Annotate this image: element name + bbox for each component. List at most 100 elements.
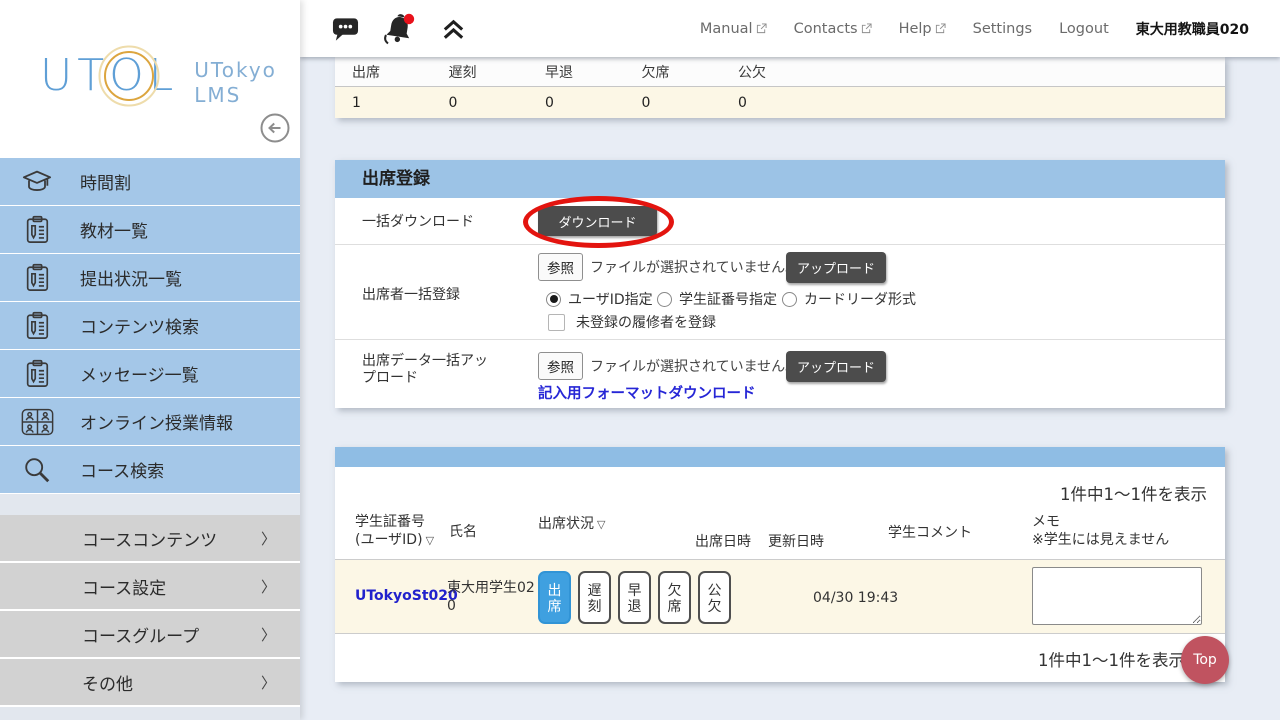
status-button-excused[interactable]: 公欠 <box>698 571 731 624</box>
status-button-late[interactable]: 遅刻 <box>578 571 611 624</box>
sidebar-item-materials[interactable]: 教材一覧 <box>0 206 300 254</box>
register-unregistered-checkbox[interactable]: 未登録の履修者を登録 <box>548 312 716 332</box>
utol-lms-page: UT O L UTokyo LMS 時間割 教材一覧 提出状況一覧 コンテンツ検… <box>0 0 1280 720</box>
summary-value-cell: 0 <box>545 94 554 111</box>
file-status-text: ファイルが選択されていません。 <box>590 359 800 375</box>
chevron-right-icon: 〉 <box>260 625 276 644</box>
file-status-text: ファイルが選択されていません。 <box>590 260 800 276</box>
sidebar-item-online-class-info[interactable]: オンライン授業情報 <box>0 398 300 446</box>
summary-value-row: 1 0 0 0 0 <box>335 87 1225 118</box>
sidebar-item-course-search[interactable]: コース検索 <box>0 446 300 494</box>
summary-header-cell: 出席 <box>352 64 380 81</box>
logo-part2: O <box>109 50 149 101</box>
upload-button[interactable]: アップロード <box>786 252 886 283</box>
attendee-bulk-register-label: 出席者一括登録 <box>362 287 460 303</box>
summary-header-cell: 遅刻 <box>448 64 477 81</box>
attendee-bulk-register-row: 出席者一括登録 参照 ファイルが選択されていません。 アップロード ユーザID指… <box>335 245 1225 340</box>
logo-text: UT O L <box>40 45 179 106</box>
collapse-header-button[interactable] <box>440 16 467 42</box>
topbar: Manual Contacts Help Settings Logout 東大用… <box>300 0 1280 57</box>
topbar-icons <box>332 0 467 57</box>
attendance-register-section: 出席登録 一括ダウンロード ダウンロード 出席者一括登録 参照 ファイルが選択さ… <box>335 160 1225 408</box>
status-button-early-leave[interactable]: 早退 <box>618 571 651 624</box>
attendance-data-upload-row: 出席データ一括アップロード 参照 ファイルが選択されていません。 アップロード … <box>335 340 1225 407</box>
col-header-status: 出席状況 ▽ <box>538 516 606 532</box>
student-attendance-table: 1件中1〜1件を表示 学生証番号 (ユーザID) ▽ 氏名 出席状況 ▽ 出席日時 … <box>335 447 1225 682</box>
sidebar-item-course-group[interactable]: コースグループ 〉 <box>0 611 300 659</box>
col-header-student-id-sub: (ユーザID) ▽ <box>355 532 435 548</box>
col-header-student-comment: 学生コメント <box>888 525 972 541</box>
external-link-icon <box>935 23 946 34</box>
sidebar-item-course-settings[interactable]: コース設定 〉 <box>0 563 300 611</box>
radio-card-reader[interactable]: カードリーダ形式 <box>782 289 916 309</box>
upload-button[interactable]: アップロード <box>786 351 886 382</box>
help-link[interactable]: Help <box>899 21 946 37</box>
external-link-icon <box>861 23 872 34</box>
user-name: 東大用教職員020 <box>1135 21 1249 38</box>
search-icon <box>20 455 54 485</box>
sidebar-item-submission-status[interactable]: 提出状況一覧 <box>0 254 300 302</box>
table-header-bar <box>335 447 1225 467</box>
sidebar-item-others[interactable]: その他 〉 <box>0 659 300 707</box>
col-header-attendance-time: 出席日時 <box>695 534 751 550</box>
bulk-download-row: 一括ダウンロード ダウンロード <box>335 198 1225 245</box>
file-select-line: 参照 ファイルが選択されていません。 <box>538 352 799 380</box>
clipboard-icon <box>20 311 54 341</box>
sidebar-divider <box>0 494 300 515</box>
radio-student-number[interactable]: 学生証番号指定 <box>657 289 777 309</box>
sort-icon[interactable]: ▽ <box>426 534 434 547</box>
summary-value-cell: 0 <box>448 94 458 111</box>
notifications-button[interactable] <box>381 11 418 47</box>
file-select-line: 参照 ファイルが選択されていません。 <box>538 253 799 281</box>
graduation-cap-icon <box>20 168 54 195</box>
browse-file-button[interactable]: 参照 <box>538 253 583 281</box>
status-button-absent[interactable]: 欠席 <box>658 571 691 624</box>
table-footer: 1件中1〜1件を表示 <box>335 634 1225 682</box>
sidebar-item-timetable[interactable]: 時間割 <box>0 158 300 206</box>
summary-value-cell: 0 <box>738 94 747 111</box>
col-header-memo-note: ※学生には見えません <box>1032 532 1170 548</box>
student-row: UTokyoSt020 東大用学生020 出席 遅刻 早退 欠席 公欠 04/3… <box>335 560 1225 634</box>
chat-icon <box>332 17 359 41</box>
utol-logo[interactable]: UT O L UTokyo LMS <box>40 45 277 108</box>
chevron-right-icon: 〉 <box>260 673 276 692</box>
summary-value-cell: 1 <box>352 94 361 111</box>
bell-icon <box>384 13 415 44</box>
checkbox-icon <box>548 313 565 331</box>
chat-button[interactable] <box>332 16 359 42</box>
sidebar-course-menu: コースコンテンツ 〉 コース設定 〉 コースグループ 〉 その他 〉 <box>0 515 300 707</box>
status-button-present[interactable]: 出席 <box>538 571 571 624</box>
display-count-text: 1件中1〜1件を表示 <box>1060 485 1207 504</box>
col-header-memo: メモ <box>1032 514 1060 530</box>
manual-link[interactable]: Manual <box>700 21 767 37</box>
external-link-icon <box>756 23 767 34</box>
download-button[interactable]: ダウンロード <box>538 206 657 236</box>
display-count-text-footer: 1件中1〜1件を表示 <box>1038 651 1185 670</box>
radio-icon <box>657 291 672 307</box>
logo-part1: UT <box>40 50 110 101</box>
radio-icon <box>546 291 561 307</box>
sidebar-collapse-button[interactable] <box>260 112 292 144</box>
memo-input[interactable] <box>1032 567 1202 625</box>
sidebar-item-content-search[interactable]: コンテンツ検索 <box>0 302 300 350</box>
settings-link[interactable]: Settings <box>973 21 1032 37</box>
contacts-link[interactable]: Contacts <box>794 21 872 37</box>
section-title: 出席登録 <box>335 160 1225 198</box>
student-id-link[interactable]: UTokyoSt020 <box>355 588 458 604</box>
sidebar-item-course-contents[interactable]: コースコンテンツ 〉 <box>0 515 300 563</box>
logout-link[interactable]: Logout <box>1059 21 1109 37</box>
sidebar-item-message-list[interactable]: メッセージ一覧 <box>0 350 300 398</box>
logo-subtitle: UTokyo LMS <box>194 58 277 107</box>
browse-file-button[interactable]: 参照 <box>538 352 583 380</box>
bulk-download-label: 一括ダウンロード <box>362 214 474 230</box>
summary-header-cell: 公欠 <box>738 64 766 81</box>
scroll-to-top-button[interactable]: Top <box>1181 636 1229 684</box>
collapse-up-icon <box>443 19 464 39</box>
sort-icon[interactable]: ▽ <box>597 518 605 531</box>
logo-part3: L <box>148 50 179 101</box>
format-download-link[interactable]: 記入用フォーマットダウンロード <box>538 382 756 403</box>
summary-value-cell: 0 <box>641 94 651 111</box>
clipboard-icon <box>20 215 54 245</box>
radio-user-id[interactable]: ユーザID指定 <box>546 289 653 309</box>
summary-header-cell: 欠席 <box>641 64 670 81</box>
